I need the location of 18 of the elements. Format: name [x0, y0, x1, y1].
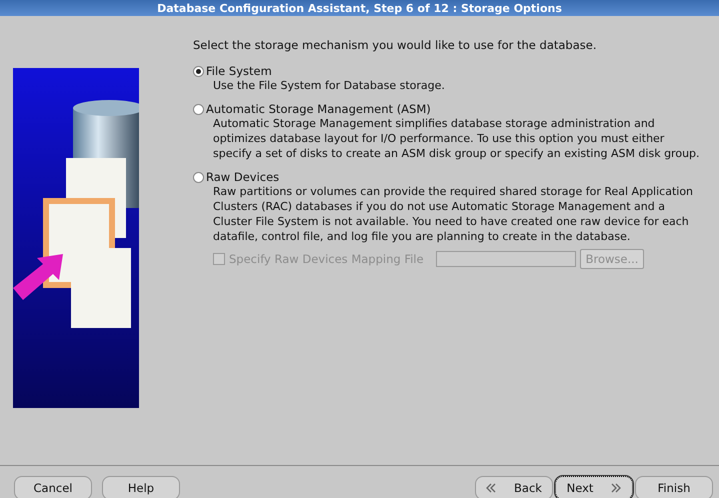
option-label[interactable]: Raw Devices [206, 170, 280, 184]
option-label[interactable]: Automatic Storage Management (ASM) [206, 102, 431, 116]
option-label[interactable]: File System [206, 64, 272, 78]
nav-button[interactable]: Back [475, 476, 553, 498]
radio-button[interactable] [193, 172, 204, 182]
option-description: Automatic Storage Management simplifies database storage administration and optimizes database layout for I/O performance. To use this option you must either specify a set of disks to create an ASM disk group or specify an existing ASM disk group. [212, 116, 701, 161]
window-title: Database Configuration Assistant, Step 6 of 12 : Storage Options [157, 2, 562, 14]
next-chevron-icon [611, 483, 622, 493]
nav-button[interactable]: Finish [635, 476, 713, 498]
radio-button[interactable] [193, 104, 204, 114]
back-chevron-icon [486, 483, 496, 493]
option-description: Raw partitions or volumes can provide the required shared storage for Real Application Clusters (RAC) databases if you do not use Automatic Storage Management and a Cluster File System is not available. You need to have created one raw device for each datafile, control file, and log file you are planning to create in the database. [212, 184, 694, 244]
nav-button[interactable]: Next [555, 476, 633, 498]
radio-button[interactable] [193, 66, 204, 76]
dialog-button[interactable]: Help [102, 476, 180, 498]
option-description: Use the File System for Database storage. [212, 78, 446, 93]
dialog-button[interactable]: Cancel [14, 476, 92, 498]
instruction-text: Select the storage mechanism you would like to use for the database. [193, 38, 598, 52]
